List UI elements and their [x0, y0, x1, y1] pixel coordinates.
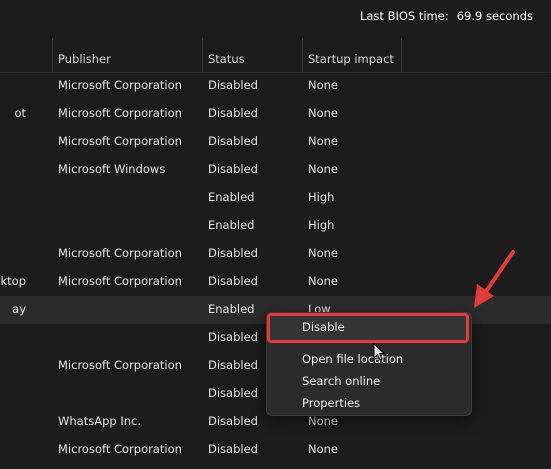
table-row[interactable]: Enabled High: [0, 212, 551, 240]
column-divider[interactable]: [202, 38, 203, 72]
table-row[interactable]: Microsoft Corporation Disabled None: [0, 128, 551, 156]
row-status: Disabled: [208, 358, 258, 372]
menu-item-search-online[interactable]: Search online: [267, 370, 471, 392]
table-header: Publisher Status Startup impact: [0, 44, 551, 73]
row-name: ot: [14, 106, 26, 120]
row-status: Disabled: [208, 246, 258, 260]
row-publisher: Microsoft Corporation: [58, 78, 182, 92]
row-startup-impact: None: [308, 106, 339, 120]
row-publisher: Microsoft Corporation: [58, 246, 182, 260]
row-status: Disabled: [208, 386, 258, 400]
row-status: Enabled: [208, 302, 255, 316]
row-name: sktop: [0, 274, 26, 288]
table-row[interactable]: Microsoft Corporation Disabled None: [0, 72, 551, 100]
column-header-startup-impact[interactable]: Startup impact: [308, 52, 394, 66]
row-status: Disabled: [208, 78, 258, 92]
menu-item-label: Search online: [302, 374, 381, 388]
row-startup-impact: None: [308, 246, 339, 260]
row-publisher: Microsoft Corporation: [58, 134, 182, 148]
row-publisher: Microsoft Corporation: [58, 274, 182, 288]
table-row[interactable]: sktop Microsoft Corporation Disabled None: [0, 268, 551, 296]
disable-highlight-box: [267, 313, 469, 343]
row-startup-impact: High: [308, 190, 335, 204]
row-publisher: Microsoft Corporation: [58, 106, 182, 120]
column-divider[interactable]: [52, 38, 53, 72]
row-status: Disabled: [208, 274, 258, 288]
menu-item-disable-label[interactable]: Disable: [302, 320, 345, 334]
menu-item-label: Properties: [302, 396, 361, 410]
table-row[interactable]: Enabled High: [0, 184, 551, 212]
row-status: Disabled: [208, 414, 258, 428]
menu-item-label: Open file location: [302, 352, 404, 366]
column-header-status[interactable]: Status: [208, 52, 245, 66]
row-startup-impact: None: [308, 134, 339, 148]
row-status: Disabled: [208, 106, 258, 120]
row-startup-impact: None: [308, 78, 339, 92]
row-publisher: Microsoft Windows: [58, 162, 166, 176]
row-startup-impact: None: [308, 414, 339, 428]
bios-time-value: 69.9 seconds: [456, 9, 533, 23]
row-startup-impact: None: [308, 274, 339, 288]
row-status: Enabled: [208, 190, 255, 204]
row-publisher: Microsoft Corporation: [58, 442, 182, 456]
row-startup-impact: High: [308, 218, 335, 232]
row-status: Disabled: [208, 442, 258, 456]
row-status: Disabled: [208, 162, 258, 176]
row-status: Disabled: [208, 330, 258, 344]
table-row[interactable]: Microsoft Windows Disabled None: [0, 156, 551, 184]
table-row[interactable]: Microsoft Corporation Disabled None: [0, 436, 551, 464]
table-row[interactable]: ot Microsoft Corporation Disabled None: [0, 100, 551, 128]
bios-time-bar: Last BIOS time: 69.9 seconds: [0, 0, 551, 32]
column-divider[interactable]: [401, 38, 402, 72]
column-header-publisher[interactable]: Publisher: [58, 52, 111, 66]
row-publisher: Microsoft Corporation: [58, 358, 182, 372]
row-publisher: WhatsApp Inc.: [58, 414, 141, 428]
row-startup-impact: None: [308, 442, 339, 456]
row-status: Enabled: [208, 218, 255, 232]
menu-item-open-file-location[interactable]: Open file location: [267, 348, 471, 370]
menu-item-properties[interactable]: Properties: [267, 392, 471, 414]
column-divider[interactable]: [302, 38, 303, 72]
table-row[interactable]: Microsoft Corporation Disabled None: [0, 240, 551, 268]
row-status: Disabled: [208, 134, 258, 148]
row-name: ay: [12, 302, 26, 316]
bios-time-label: Last BIOS time:: [359, 9, 449, 23]
row-startup-impact: None: [308, 162, 339, 176]
mouse-cursor-icon: [373, 343, 386, 361]
